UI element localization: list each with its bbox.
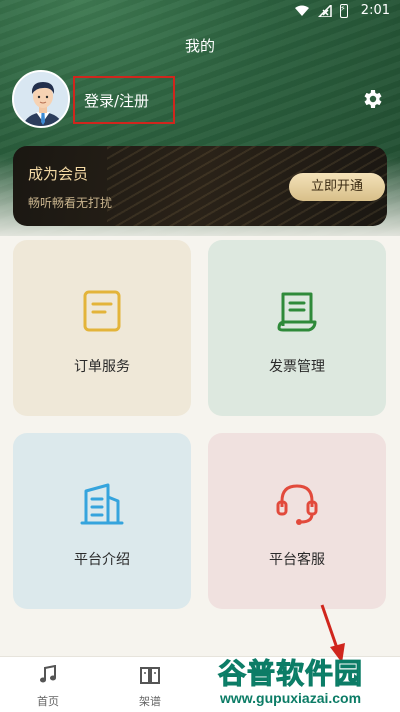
tile-platform-intro[interactable]: 平台介绍 [13,433,191,609]
nav-home[interactable]: 首页 [18,664,78,709]
avatar[interactable] [12,70,70,128]
order-icon [83,290,121,332]
vip-title: 成为会员 [28,165,89,183]
nav-score-shelf[interactable]: 架谱 [120,665,180,709]
tile-label: 平台介绍 [74,552,130,568]
nav-label: 首页 [37,695,59,708]
vip-membership-card[interactable]: 成为会员 畅听畅看无打扰 立即开通 [13,146,387,226]
battery-icon [340,4,348,18]
status-time: 2:01 [360,3,390,18]
book-icon [140,667,160,684]
tile-label: 订单服务 [74,359,130,375]
gear-icon[interactable] [360,87,384,111]
tile-label: 平台客服 [269,552,325,568]
watermark: 谷普软件园 www.gupuxiazai.com [217,652,400,712]
activate-vip-button[interactable]: 立即开通 [289,173,385,201]
login-register-link[interactable]: 登录/注册 [84,90,149,111]
building-icon [80,483,124,525]
tile-customer-service[interactable]: 平台客服 [208,433,386,609]
status-bar: 2:01 [0,0,400,24]
status-icons [294,4,348,18]
tile-label: 发票管理 [269,359,325,375]
headset-icon [276,484,318,525]
watermark-title: 谷普软件园 [217,657,364,691]
vip-subtitle: 畅听畅看无打扰 [28,196,113,210]
wifi-icon [295,5,309,16]
nav-label: 架谱 [139,695,161,708]
no-signal-icon [318,5,332,17]
tile-order-service[interactable]: 订单服务 [13,240,191,416]
invoice-icon [277,292,317,332]
tile-invoice-management[interactable]: 发票管理 [208,240,386,416]
watermark-url: www.gupuxiazai.com [220,690,362,706]
music-note-icon [40,664,56,683]
page-title: 我的 [184,37,215,55]
